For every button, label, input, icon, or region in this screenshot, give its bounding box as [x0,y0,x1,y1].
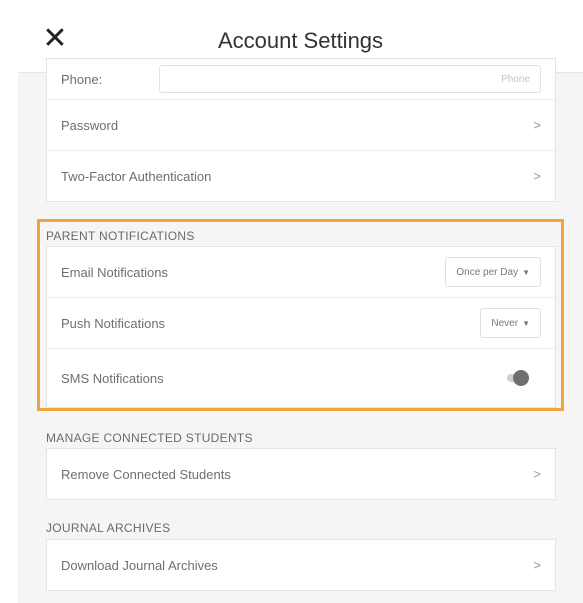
two-factor-row[interactable]: Two-Factor Authentication > [47,151,555,201]
highlight-outline [37,219,564,411]
password-row[interactable]: Password > [47,100,555,151]
chevron-right-icon: > [533,117,541,133]
chevron-right-icon: > [533,557,541,573]
phone-input[interactable]: Phone [159,65,541,93]
download-archives-label: Download Journal Archives [61,557,218,573]
chevron-right-icon: > [533,168,541,184]
phone-label: Phone: [61,71,103,87]
manage-students-heading: MANAGE CONNECTED STUDENTS [46,431,253,445]
page-title: Account Settings [217,28,384,53]
password-label: Password [61,117,119,133]
remove-students-label: Remove Connected Students [61,466,231,482]
journal-archives-heading: JOURNAL ARCHIVES [46,521,171,535]
phone-row: Phone: Phone [47,59,555,100]
phone-placeholder: Phone [501,73,530,85]
account-card: Phone: Phone Password > Two-Factor Authe… [46,58,556,202]
manage-students-card: Remove Connected Students > [46,448,556,500]
download-archives-row[interactable]: Download Journal Archives > [47,540,555,590]
two-factor-label: Two-Factor Authentication [61,168,212,184]
journal-archives-card: Download Journal Archives > [46,539,556,591]
remove-students-row[interactable]: Remove Connected Students > [47,449,555,499]
chevron-right-icon: > [533,466,541,482]
